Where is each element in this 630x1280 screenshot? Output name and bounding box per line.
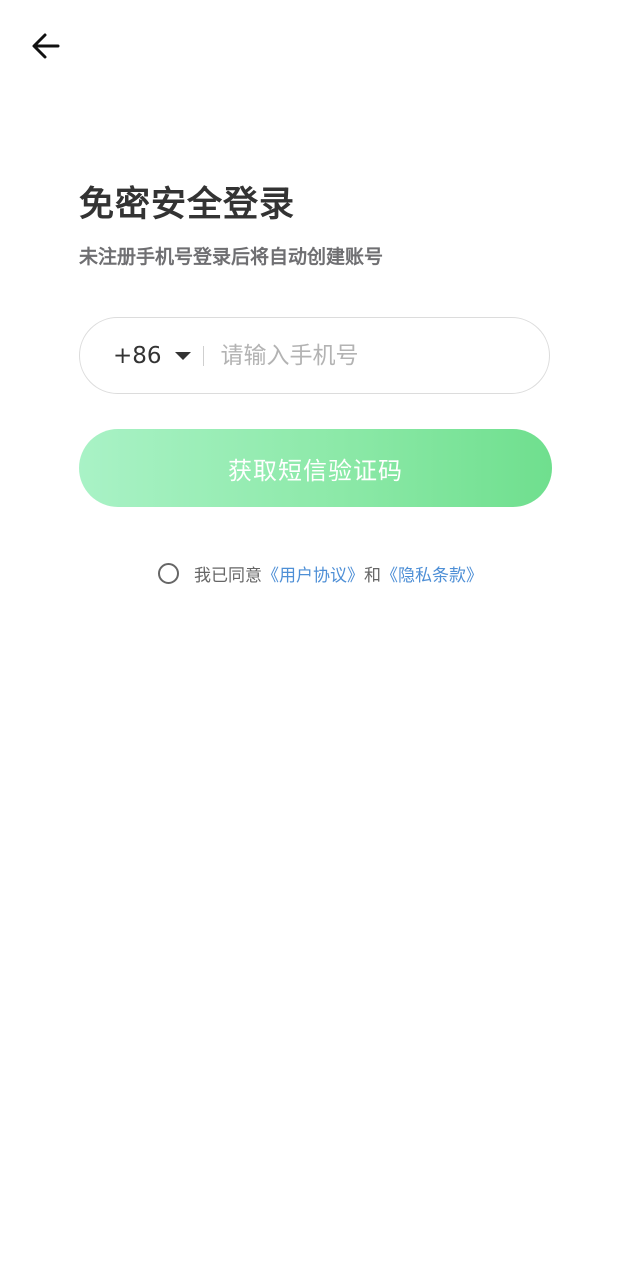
get-sms-code-button[interactable]: 获取短信验证码	[79, 429, 552, 507]
arrow-left-icon	[32, 33, 60, 59]
country-code-label: +86	[113, 342, 162, 369]
agreement-checkbox[interactable]	[158, 563, 179, 584]
agreement-row: 我已同意 《用户协议》 和 《隐私条款》	[158, 561, 483, 586]
phone-input[interactable]	[220, 342, 521, 369]
input-divider	[202, 345, 204, 366]
caret-down-icon	[174, 351, 191, 360]
phone-input-container: +86	[79, 317, 550, 394]
user-agreement-link[interactable]: 《用户协议》	[262, 561, 364, 586]
agreement-and-text: 和	[364, 566, 381, 586]
back-button[interactable]	[22, 24, 70, 68]
page-title: 免密安全登录	[79, 185, 296, 225]
agreement-prefix: 我已同意	[194, 566, 262, 586]
country-code-selector[interactable]: +86	[113, 343, 191, 369]
privacy-policy-link[interactable]: 《隐私条款》	[381, 561, 483, 586]
page-subtitle: 未注册手机号登录后将自动创建账号	[79, 246, 384, 268]
